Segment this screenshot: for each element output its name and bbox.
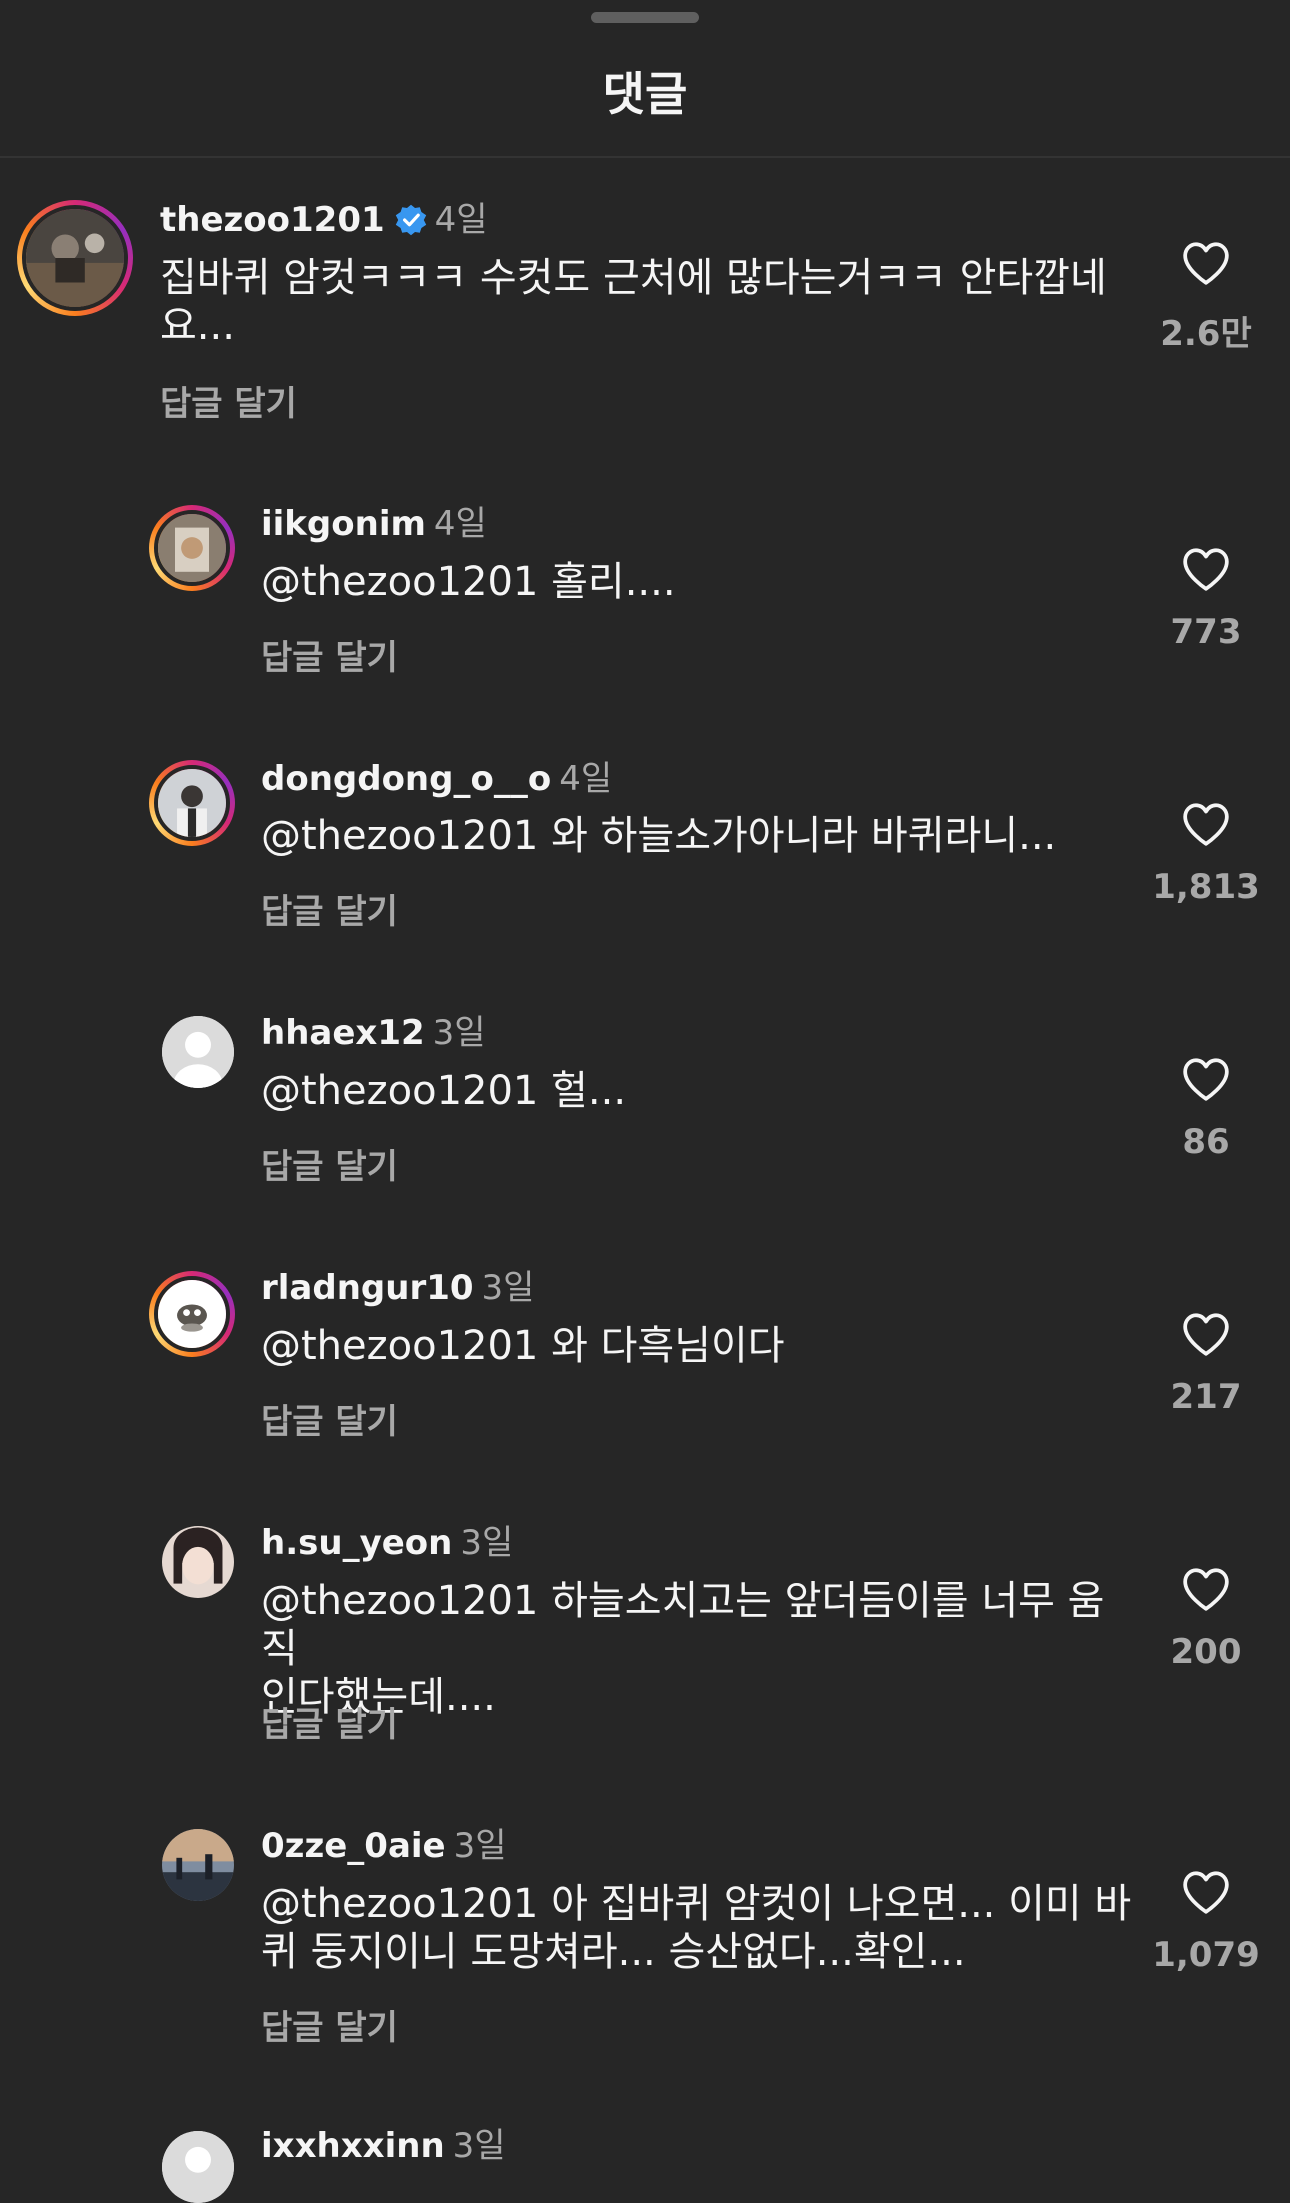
comment-username[interactable]: dongdong_o__o — [261, 759, 551, 799]
heart-icon[interactable] — [1181, 1311, 1231, 1357]
like-group: 2.6만 — [1146, 240, 1266, 355]
like-group: 1,813 — [1146, 801, 1266, 907]
sheet-grabber[interactable] — [591, 12, 699, 23]
reply-button[interactable]: 답글 달기 — [160, 376, 297, 425]
comment-time: 3일 — [460, 1523, 514, 1563]
avatar[interactable] — [149, 760, 235, 846]
comment-username[interactable]: rladngur10 — [261, 1268, 474, 1308]
avatar[interactable] — [162, 1829, 234, 1901]
comment-time: 4일 — [559, 759, 613, 799]
heart-icon[interactable] — [1181, 240, 1231, 286]
comment-username[interactable]: ixxhxxinn — [261, 2126, 445, 2166]
avatar[interactable] — [162, 1016, 234, 1088]
like-group: 1,079 — [1146, 1869, 1266, 1975]
heart-icon[interactable] — [1181, 546, 1231, 592]
reply-button[interactable]: 답글 달기 — [261, 1394, 398, 1443]
comment-text-line: @thezoo1201 아 집바퀴 암컷이 나오면... 이미 바 — [261, 1881, 1132, 1927]
like-group: 200 — [1146, 1566, 1266, 1672]
like-count: 1,079 — [1152, 1935, 1260, 1975]
comment-time: 3일 — [481, 1268, 535, 1308]
comment-text: @thezoo1201 와 다흑님이다 — [261, 1322, 1121, 1370]
header-divider — [0, 156, 1290, 158]
heart-icon[interactable] — [1181, 1056, 1231, 1102]
like-group: 217 — [1146, 1311, 1266, 1417]
reply-button[interactable]: 답글 달기 — [261, 1697, 398, 1746]
reply-button[interactable]: 답글 달기 — [261, 2000, 398, 2049]
comment-time: 3일 — [453, 1826, 507, 1866]
comment-username[interactable]: hhaex12 — [261, 1013, 425, 1053]
like-count: 200 — [1170, 1632, 1242, 1672]
comment-text: @thezoo1201 홀리.... — [261, 558, 1121, 606]
comment-text: 집바퀴 암컷ㅋㅋㅋ 수컷도 근처에 많다는거ㅋㅋ 안타깝네 요... — [160, 254, 1120, 350]
comment-text-line: @thezoo1201 와 다흑님이다 — [261, 1323, 785, 1369]
comment-text-line: @thezoo1201 홀리.... — [261, 559, 676, 605]
avatar[interactable] — [149, 505, 235, 591]
comment-time: 4일 — [433, 504, 487, 544]
reply-button[interactable]: 답글 달기 — [261, 630, 398, 679]
heart-icon[interactable] — [1181, 801, 1231, 847]
like-count: 86 — [1182, 1122, 1230, 1162]
like-count: 773 — [1170, 612, 1242, 652]
sheet-title: 댓글 — [602, 67, 688, 121]
comment-text-line: 요... — [160, 303, 235, 349]
like-count: 217 — [1170, 1377, 1242, 1417]
like-count: 1,813 — [1152, 867, 1260, 907]
like-count: 2.6만 — [1160, 314, 1252, 354]
like-group: 86 — [1146, 1056, 1266, 1162]
comment-text-line: 퀴 둥지이니 도망쳐라... 승산없다...확인... — [261, 1929, 966, 1975]
comment-username[interactable]: h.su_yeon — [261, 1523, 452, 1563]
avatar[interactable] — [162, 1526, 234, 1598]
comment-text: @thezoo1201 아 집바퀴 암컷이 나오면... 이미 바 퀴 둥지이니… — [261, 1880, 1141, 1976]
comment-time: 3일 — [452, 2126, 506, 2166]
comment-text-line: @thezoo1201 하늘소치고는 앞더듬이를 너무 움직 — [261, 1578, 1105, 1672]
comment-text: @thezoo1201 와 하늘소가아니라 바퀴라니... — [261, 812, 1121, 860]
avatar[interactable] — [149, 1271, 235, 1357]
comment-text-line: @thezoo1201 와 하늘소가아니라 바퀴라니... — [261, 813, 1057, 859]
comment-username[interactable]: thezoo1201 — [160, 200, 385, 240]
heart-icon[interactable] — [1181, 1869, 1231, 1915]
comment-time: 4일 — [434, 200, 488, 240]
reply-button[interactable]: 답글 달기 — [261, 1139, 398, 1188]
comment-text: @thezoo1201 헐... — [261, 1067, 1121, 1115]
comment-time: 3일 — [432, 1013, 486, 1053]
verified-badge-icon — [395, 204, 427, 236]
like-group: 773 — [1146, 546, 1266, 652]
avatar[interactable] — [17, 200, 133, 316]
comment-text-line: 집바퀴 암컷ㅋㅋㅋ 수컷도 근처에 많다는거ㅋㅋ 안타깝네 — [160, 255, 1107, 301]
avatar[interactable] — [162, 2131, 234, 2203]
heart-icon[interactable] — [1181, 1566, 1231, 1612]
comment-username[interactable]: iikgonim — [261, 504, 426, 544]
comment-username[interactable]: 0zze_0aie — [261, 1826, 446, 1866]
comment-text-line: @thezoo1201 헐... — [261, 1068, 627, 1114]
reply-button[interactable]: 답글 달기 — [261, 884, 398, 933]
